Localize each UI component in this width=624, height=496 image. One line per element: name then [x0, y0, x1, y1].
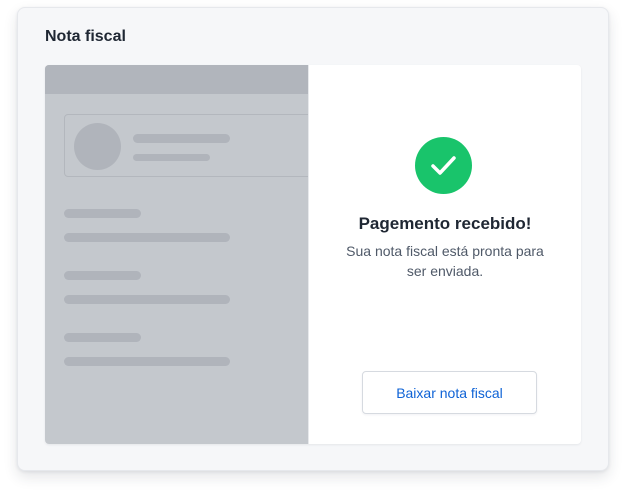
preview-line [64, 357, 230, 366]
preview-line [133, 134, 230, 143]
invoice-card: Nota fiscal Pagemento recebido! Sua nota… [17, 7, 609, 471]
preview-header-box [64, 114, 308, 177]
preview-line [64, 333, 141, 342]
preview-line [133, 154, 210, 161]
checkmark-icon [431, 156, 456, 175]
download-invoice-button[interactable]: Baixar nota fiscal [362, 371, 537, 414]
panel-divider [308, 65, 309, 444]
preview-line [64, 209, 141, 218]
preview-line [64, 295, 230, 304]
payment-status-title: Pagemento recebido! [358, 214, 532, 233]
invoice-panel: Pagemento recebido! Sua nota fiscal está… [45, 65, 581, 444]
invoice-preview-placeholder [45, 65, 308, 444]
preview-line [64, 271, 141, 280]
preview-avatar-placeholder [74, 123, 121, 170]
card-title: Nota fiscal [45, 28, 126, 45]
preview-line [64, 233, 230, 242]
payment-status-message: Sua nota fiscal está pronta para ser env… [346, 243, 544, 279]
check-circle-icon [415, 137, 472, 194]
preview-topbar [45, 65, 308, 94]
